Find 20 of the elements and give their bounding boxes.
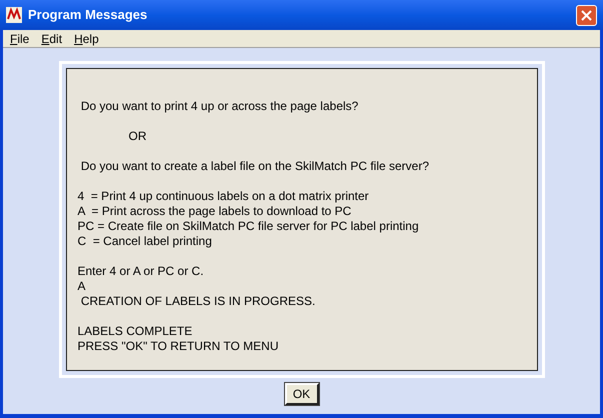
ok-button[interactable]: OK xyxy=(284,383,318,405)
message-line: C = Cancel label printing xyxy=(78,234,213,249)
window-title: Program Messages xyxy=(28,6,148,24)
message-line: PC = Create file on SkilMatch PC file server for PC label printing xyxy=(78,219,420,234)
message-line: Enter 4 or A or PC or C. xyxy=(78,264,205,279)
message-line: A = Print across the page labels to download to PC xyxy=(78,204,352,219)
message-line: PRESS "OK" TO RETURN TO MENU xyxy=(78,339,280,354)
message-line: Do you want to create a label file on the SkilMatch PC file server? xyxy=(80,159,430,174)
close-button[interactable] xyxy=(576,4,597,26)
app-icon xyxy=(6,7,22,23)
message-line: 4 = Print 4 up continuous labels on a dot matrix printer xyxy=(78,189,370,204)
message-line: A xyxy=(78,279,87,294)
menu-item[interactable]: Help xyxy=(74,30,99,48)
message-line: CREATION OF LABELS IS IN PROGRESS. xyxy=(80,294,316,309)
close-icon xyxy=(581,10,592,20)
message-line: Do you want to print 4 up or across the page labels? xyxy=(80,99,360,114)
menu-item[interactable]: File xyxy=(10,30,30,48)
menu-item[interactable]: Edit xyxy=(41,30,62,48)
message-line: OR xyxy=(128,129,148,144)
message-line: LABELS COMPLETE xyxy=(78,324,194,339)
